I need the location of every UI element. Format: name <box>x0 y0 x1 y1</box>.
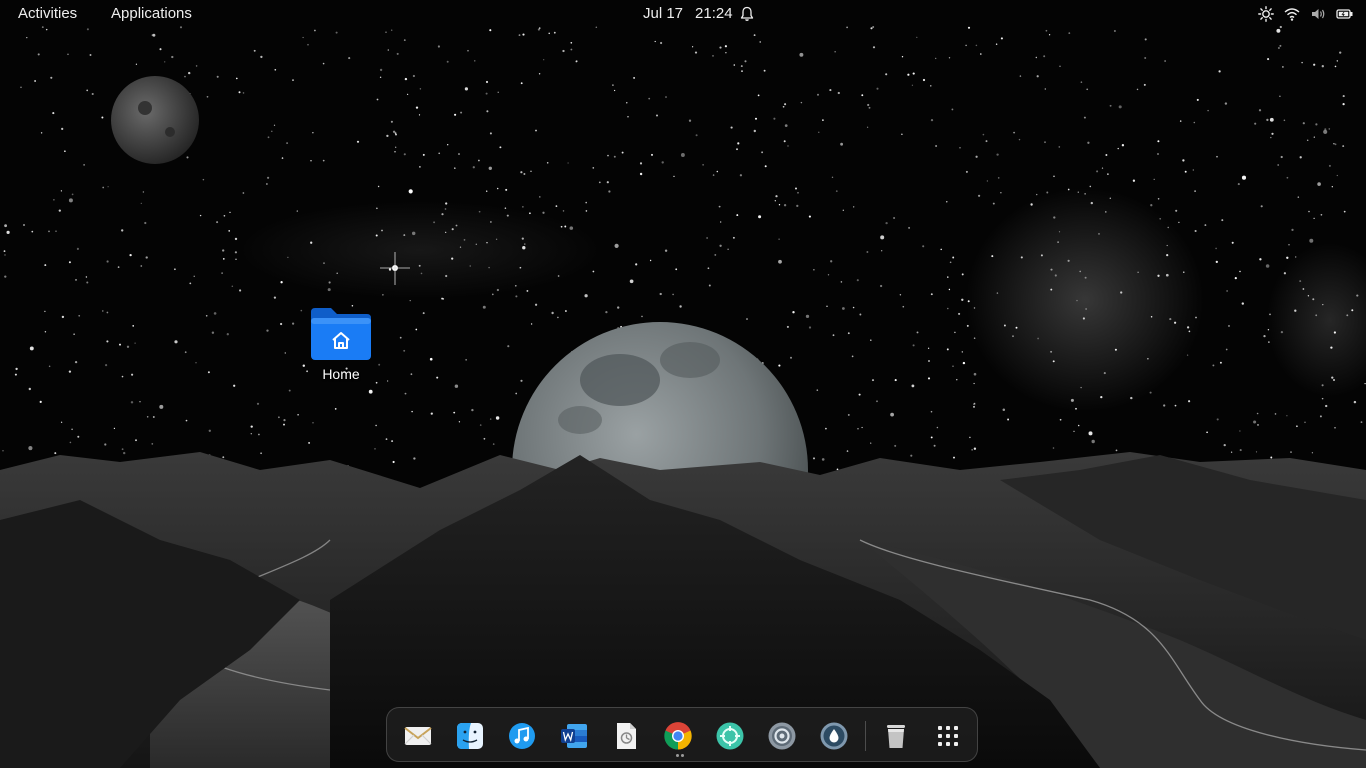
battery-icon <box>1336 6 1354 22</box>
word-icon <box>561 724 587 748</box>
dock-item-music[interactable] <box>507 721 537 751</box>
dock-item-word[interactable] <box>559 721 589 751</box>
finder-icon <box>457 723 483 749</box>
dock-item-settings[interactable] <box>767 721 797 751</box>
app-grid-icon <box>938 726 958 746</box>
dock-item-trash[interactable] <box>881 721 911 751</box>
dock-separator <box>865 721 866 751</box>
running-indicator <box>681 754 684 757</box>
applications-menu[interactable]: Applications <box>103 0 200 27</box>
dock-item-remote-connect[interactable] <box>715 721 745 751</box>
desktop: Activities Applications Jul 17 21:24 Hom… <box>0 0 1366 768</box>
droplet-icon <box>820 722 848 750</box>
small-planet <box>111 76 199 164</box>
system-tray[interactable] <box>1250 0 1366 27</box>
clock[interactable]: Jul 17 21:24 <box>635 0 741 27</box>
desktop-icon-home[interactable]: Home <box>301 306 381 382</box>
dock-item-mail[interactable] <box>403 721 433 751</box>
music-icon <box>509 723 535 749</box>
wifi-icon <box>1284 6 1300 22</box>
dock-item-show-applications[interactable] <box>933 721 963 751</box>
dock-item-chrome[interactable] <box>663 721 693 751</box>
activities-button[interactable]: Activities <box>10 0 85 27</box>
brightness-icon <box>1258 5 1274 22</box>
bell-icon[interactable] <box>733 0 761 27</box>
chrome-icon <box>664 722 692 750</box>
top-bar: Activities Applications Jul 17 21:24 <box>0 0 1366 27</box>
dock-item-droplet-app[interactable] <box>819 721 849 751</box>
remote-connect-icon <box>716 722 744 750</box>
wallpaper <box>0 25 1366 768</box>
dock <box>386 707 978 762</box>
clock-date: Jul 17 <box>643 5 684 22</box>
clock-time: 21:24 <box>695 5 733 22</box>
dock-item-document-viewer[interactable] <box>611 721 641 751</box>
home-folder-icon <box>311 308 371 360</box>
document-viewer-icon <box>617 723 636 749</box>
settings-icon <box>768 722 796 750</box>
running-indicator <box>676 754 679 757</box>
mail-icon <box>404 727 432 745</box>
trash-icon <box>887 725 905 748</box>
desktop-icon-label: Home <box>322 366 360 382</box>
dock-item-finder[interactable] <box>455 721 485 751</box>
volume-icon <box>1310 6 1326 22</box>
